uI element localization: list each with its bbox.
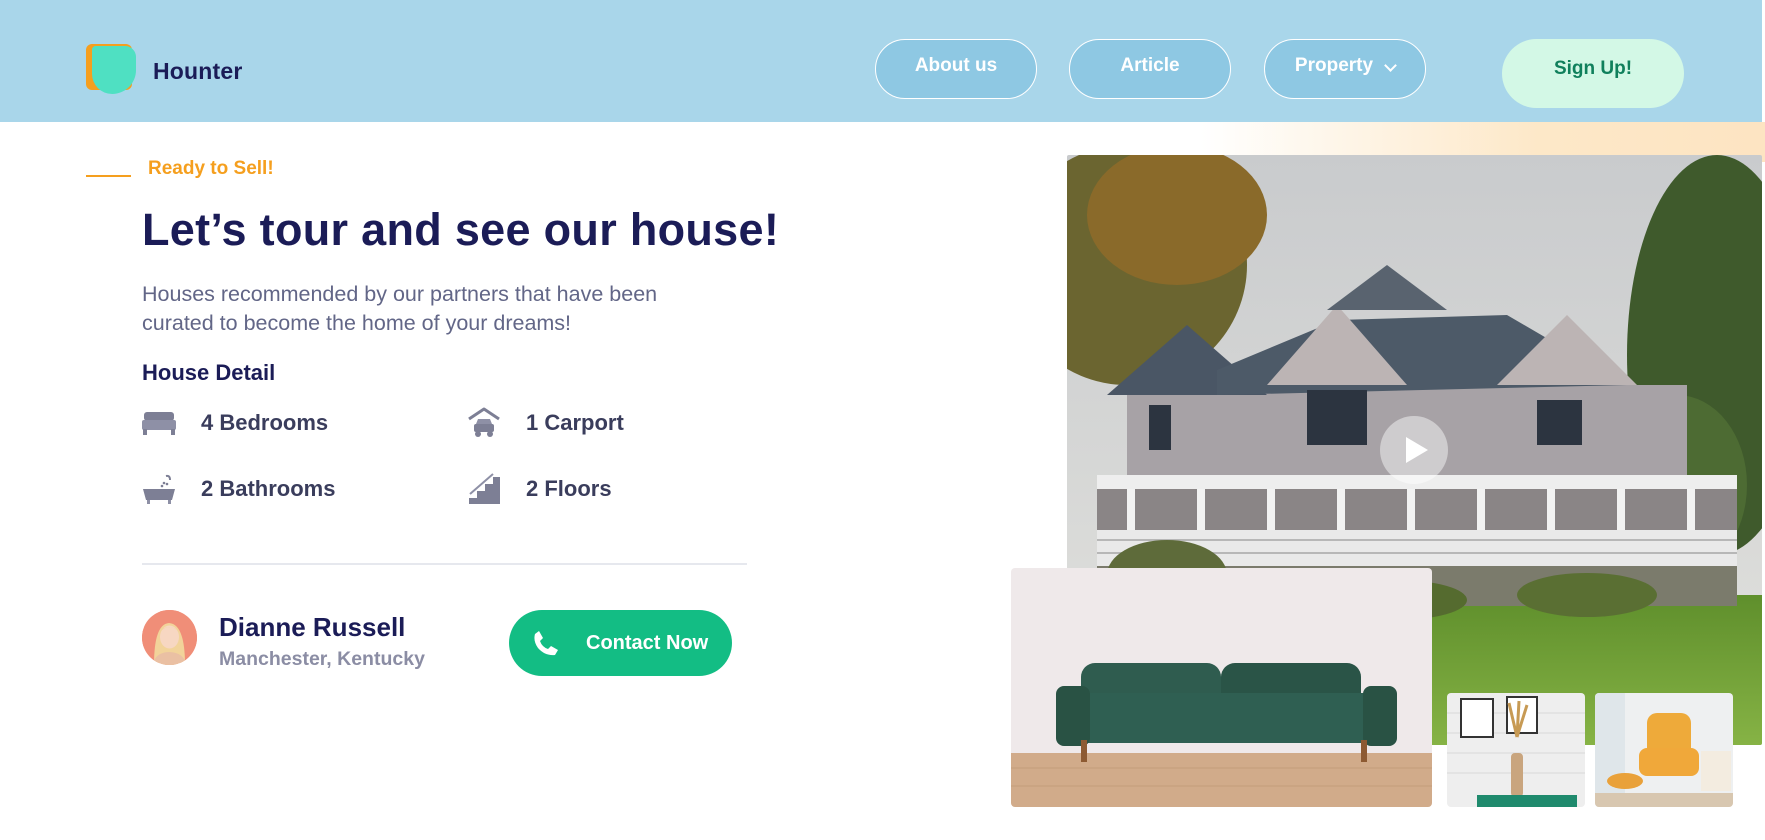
bed-icon	[142, 406, 176, 440]
living-room-photo[interactable]	[1011, 568, 1432, 807]
bathtub-icon	[142, 472, 176, 506]
nav-article[interactable]: Article	[1069, 39, 1231, 99]
decor-photo[interactable]	[1447, 693, 1585, 807]
house-detail-heading: House Detail	[142, 360, 276, 385]
nav-property-dropdown[interactable]: Property	[1264, 39, 1426, 99]
feature-bathrooms-label: 2 Bathrooms	[201, 476, 336, 501]
armchair-photo[interactable]	[1595, 693, 1733, 807]
play-video-button[interactable]	[1380, 416, 1448, 484]
car-garage-icon	[467, 406, 501, 440]
nav-about-us-label: About us	[914, 55, 998, 76]
feature-bedrooms: 4 Bedrooms	[142, 406, 328, 440]
feature-carport-label: 1 Carport	[526, 410, 624, 435]
sign-up-label: Sign Up!	[1553, 57, 1633, 79]
contact-now-button[interactable]: Contact Now	[509, 610, 732, 676]
section-divider	[142, 563, 747, 565]
play-icon	[1406, 437, 1428, 463]
feature-bedrooms-label: 4 Bedrooms	[201, 410, 329, 435]
chevron-down-icon	[1384, 58, 1397, 72]
avatar[interactable]	[142, 610, 197, 665]
feature-carport: 1 Carport	[467, 406, 624, 440]
feature-bathrooms: 2 Bathrooms	[142, 472, 335, 506]
nav-about-us[interactable]: About us	[875, 39, 1037, 99]
phone-icon	[531, 628, 561, 658]
page-title: Let’s tour and see our house!	[142, 204, 780, 255]
nav-property-label: Property	[1294, 55, 1374, 76]
hero-description: Houses recommended by our partners that …	[142, 282, 658, 335]
nav-article-label: Article	[1120, 55, 1180, 76]
eyebrow-divider	[86, 175, 131, 177]
brand-name[interactable]: Hounter	[153, 58, 243, 85]
feature-floors-label: 2 Floors	[526, 476, 612, 501]
logo-icon[interactable]	[86, 44, 138, 96]
feature-floors: 2 Floors	[467, 472, 612, 506]
sign-up-button[interactable]: Sign Up!	[1502, 39, 1684, 108]
contact-now-label: Contact Now	[586, 631, 709, 654]
agent-location: Manchester, Kentucky	[219, 648, 425, 670]
stairs-icon	[467, 472, 501, 506]
site-header: Hounter About us Article Property Sign U…	[0, 0, 1762, 122]
agent-name: Dianne Russell	[219, 612, 406, 642]
eyebrow-text: Ready to Sell!	[148, 158, 274, 179]
